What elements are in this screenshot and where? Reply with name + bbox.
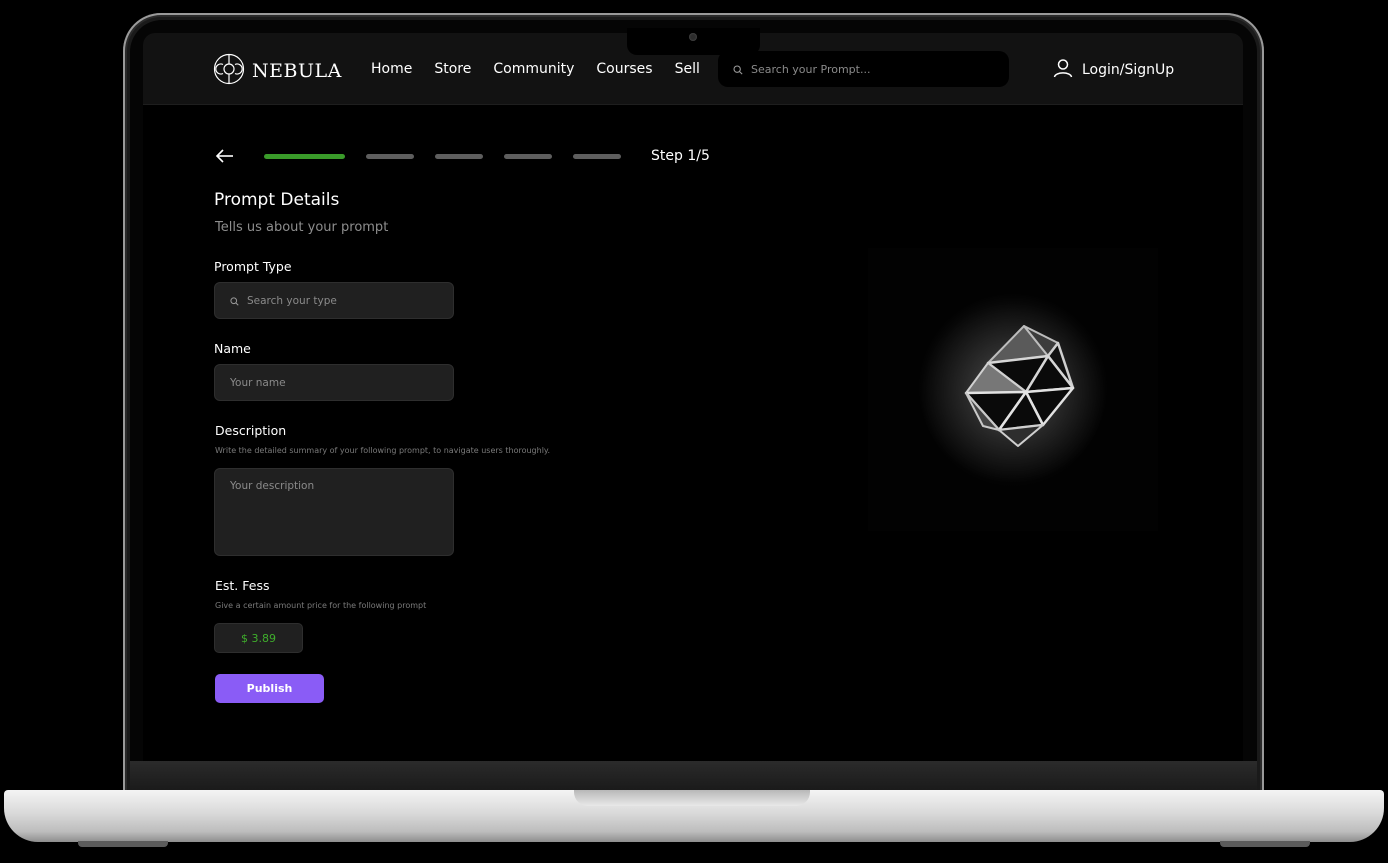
name-field[interactable]: [214, 364, 454, 401]
prompt-type-field[interactable]: [214, 282, 454, 319]
nav-community[interactable]: Community: [493, 61, 574, 77]
step-indicator-1: [264, 154, 345, 159]
nebula-logo-icon: [213, 53, 245, 89]
fees-value: $ 3.89: [241, 631, 276, 645]
nav-home[interactable]: Home: [371, 61, 412, 77]
name-input[interactable]: [230, 376, 453, 389]
publish-button[interactable]: Publish: [215, 674, 324, 703]
step-indicator-5: [573, 154, 621, 159]
nav-store[interactable]: Store: [434, 61, 471, 77]
search-icon: [230, 291, 239, 310]
login-signup-button[interactable]: Login/SignUp: [1053, 58, 1174, 82]
fees-hint: Give a certain amount price for the foll…: [215, 601, 427, 610]
laptop-foot-left: [78, 841, 168, 847]
login-signup-label: Login/SignUp: [1082, 62, 1175, 78]
user-icon: [1053, 58, 1073, 82]
icosahedron-illustration: [868, 248, 1158, 531]
nav-sell[interactable]: Sell: [675, 61, 700, 77]
laptop-chin: [130, 761, 1257, 791]
laptop-foot-right: [1220, 841, 1310, 847]
app-screen: NEBULA Home Store Community Courses Sell: [143, 33, 1243, 761]
description-field[interactable]: [214, 468, 454, 556]
description-label: Description: [215, 423, 287, 438]
step-indicator-4: [504, 154, 552, 159]
step-indicator-3: [435, 154, 483, 159]
description-input[interactable]: [230, 480, 438, 544]
prompt-type-label: Prompt Type: [214, 259, 292, 274]
step-counter: Step 1/5: [651, 148, 710, 164]
main-nav: Home Store Community Courses Sell: [371, 61, 700, 77]
laptop-base-groove: [574, 790, 810, 806]
camera-icon: [689, 33, 697, 41]
step-indicator-2: [366, 154, 414, 159]
fees-label: Est. Fess: [215, 578, 270, 593]
step-progress: [264, 154, 621, 159]
search-icon: [733, 60, 743, 79]
page-subtitle: Tells us about your prompt: [215, 220, 389, 235]
prompt-search-bar[interactable]: [718, 51, 1009, 87]
name-label: Name: [214, 341, 251, 356]
page-title: Prompt Details: [214, 190, 340, 210]
nav-courses[interactable]: Courses: [596, 61, 652, 77]
prompt-type-input[interactable]: [247, 294, 453, 307]
brand-name: NEBULA: [252, 60, 342, 82]
arrow-left-icon[interactable]: [215, 146, 235, 170]
brand-logo[interactable]: NEBULA: [213, 53, 342, 89]
fees-input[interactable]: $ 3.89: [214, 623, 303, 653]
description-hint: Write the detailed summary of your follo…: [215, 446, 551, 455]
prompt-search-input[interactable]: [751, 62, 991, 76]
